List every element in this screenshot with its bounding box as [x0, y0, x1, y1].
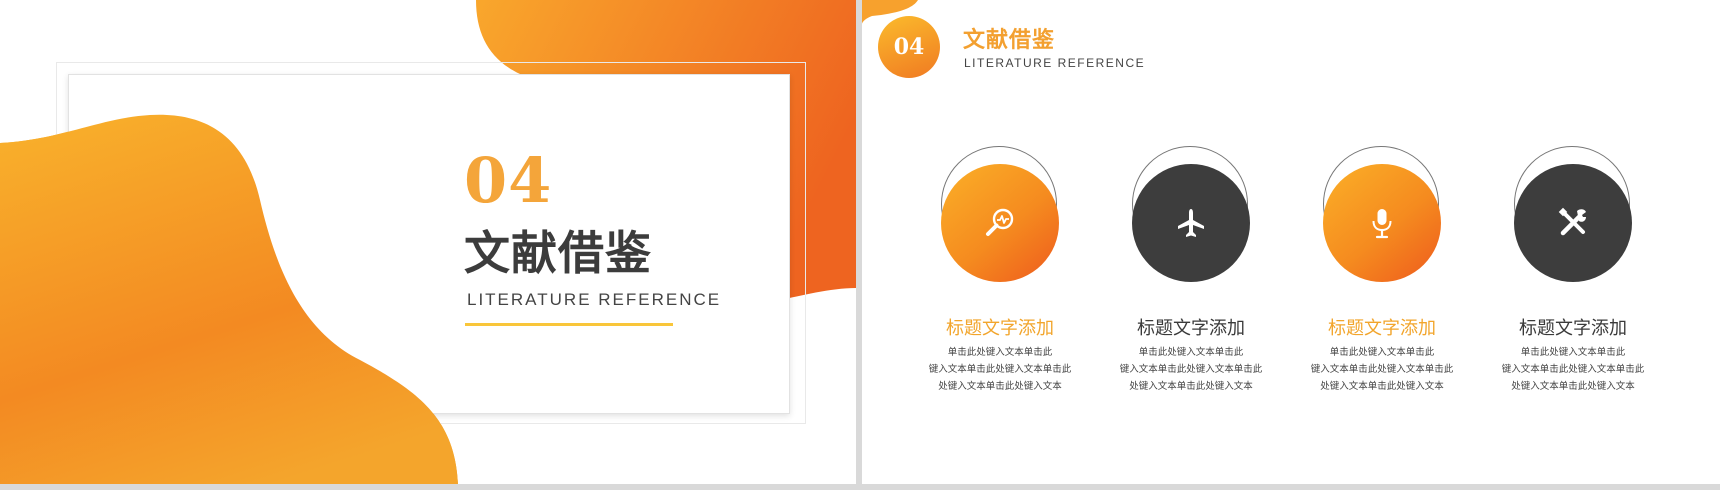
cover-slide: 04 文献借鉴 LITERATURE REFERENCE: [0, 0, 856, 484]
card-text-line: 处键入文本单击此处键入文本: [1320, 381, 1444, 392]
section-number: 04: [464, 144, 553, 217]
microphone-icon: [1372, 209, 1392, 239]
card-text-line: 处键入文本单击此处键入文本: [1129, 381, 1253, 392]
card-title: 标题文字添加: [946, 318, 1054, 339]
card-text-line: 单击此处键入文本单击此: [1520, 347, 1626, 358]
card-text-line: 键入文本单击此处键入文本单击此: [1310, 364, 1454, 375]
icon-disc: [941, 164, 1059, 282]
icon-disc: [1514, 164, 1632, 282]
header-subtitle: LITERATURE REFERENCE: [964, 56, 1146, 70]
icon-disc: [1323, 164, 1441, 282]
feature-card: 标题文字添加 单击此处键入文本单击此 键入文本单击此处键入文本单击此 处键入文本…: [905, 146, 1095, 396]
magnifier-heartbeat-icon: [986, 208, 1014, 236]
section-title: 文献借鉴: [464, 226, 652, 280]
card-text-line: 键入文本单击此处键入文本单击此: [928, 364, 1072, 375]
feature-card: 标题文字添加 单击此处键入文本单击此 键入文本单击此处键入文本单击此 处键入文本…: [1096, 146, 1286, 396]
feature-card: 标题文字添加 单击此处键入文本单击此 键入文本单击此处键入文本单击此 处键入文本…: [1287, 146, 1477, 396]
card-text-line: 处键入文本单击此处键入文本: [1511, 381, 1635, 392]
card-text-line: 键入文本单击此处键入文本单击此: [1501, 364, 1645, 375]
section-number-badge: 04: [878, 16, 940, 78]
airplane-icon: [1178, 209, 1204, 237]
section-subtitle: LITERATURE REFERENCE: [467, 290, 722, 309]
card-title: 标题文字添加: [1519, 318, 1627, 339]
card-text-line: 处键入文本单击此处键入文本: [938, 381, 1062, 392]
card-title: 标题文字添加: [1328, 318, 1436, 339]
feature-card: 标题文字添加 单击此处键入文本单击此 键入文本单击此处键入文本单击此 处键入文本…: [1478, 146, 1668, 396]
content-slide: 04 文献借鉴 LITERATURE REFERENCE 标题文字添加 单击此处…: [862, 0, 1720, 484]
tools-icon: [1558, 207, 1586, 236]
card-text-line: 单击此处键入文本单击此: [947, 347, 1053, 358]
card-text-line: 单击此处键入文本单击此: [1329, 347, 1435, 358]
left-blob-overlay: [0, 114, 458, 484]
card-text-line: 键入文本单击此处键入文本单击此: [1119, 364, 1263, 375]
icon-disc: [1132, 164, 1250, 282]
title-underline: [465, 323, 673, 326]
header-title: 文献借鉴: [963, 27, 1056, 53]
card-text-line: 单击此处键入文本单击此: [1138, 347, 1244, 358]
card-title: 标题文字添加: [1137, 318, 1245, 339]
